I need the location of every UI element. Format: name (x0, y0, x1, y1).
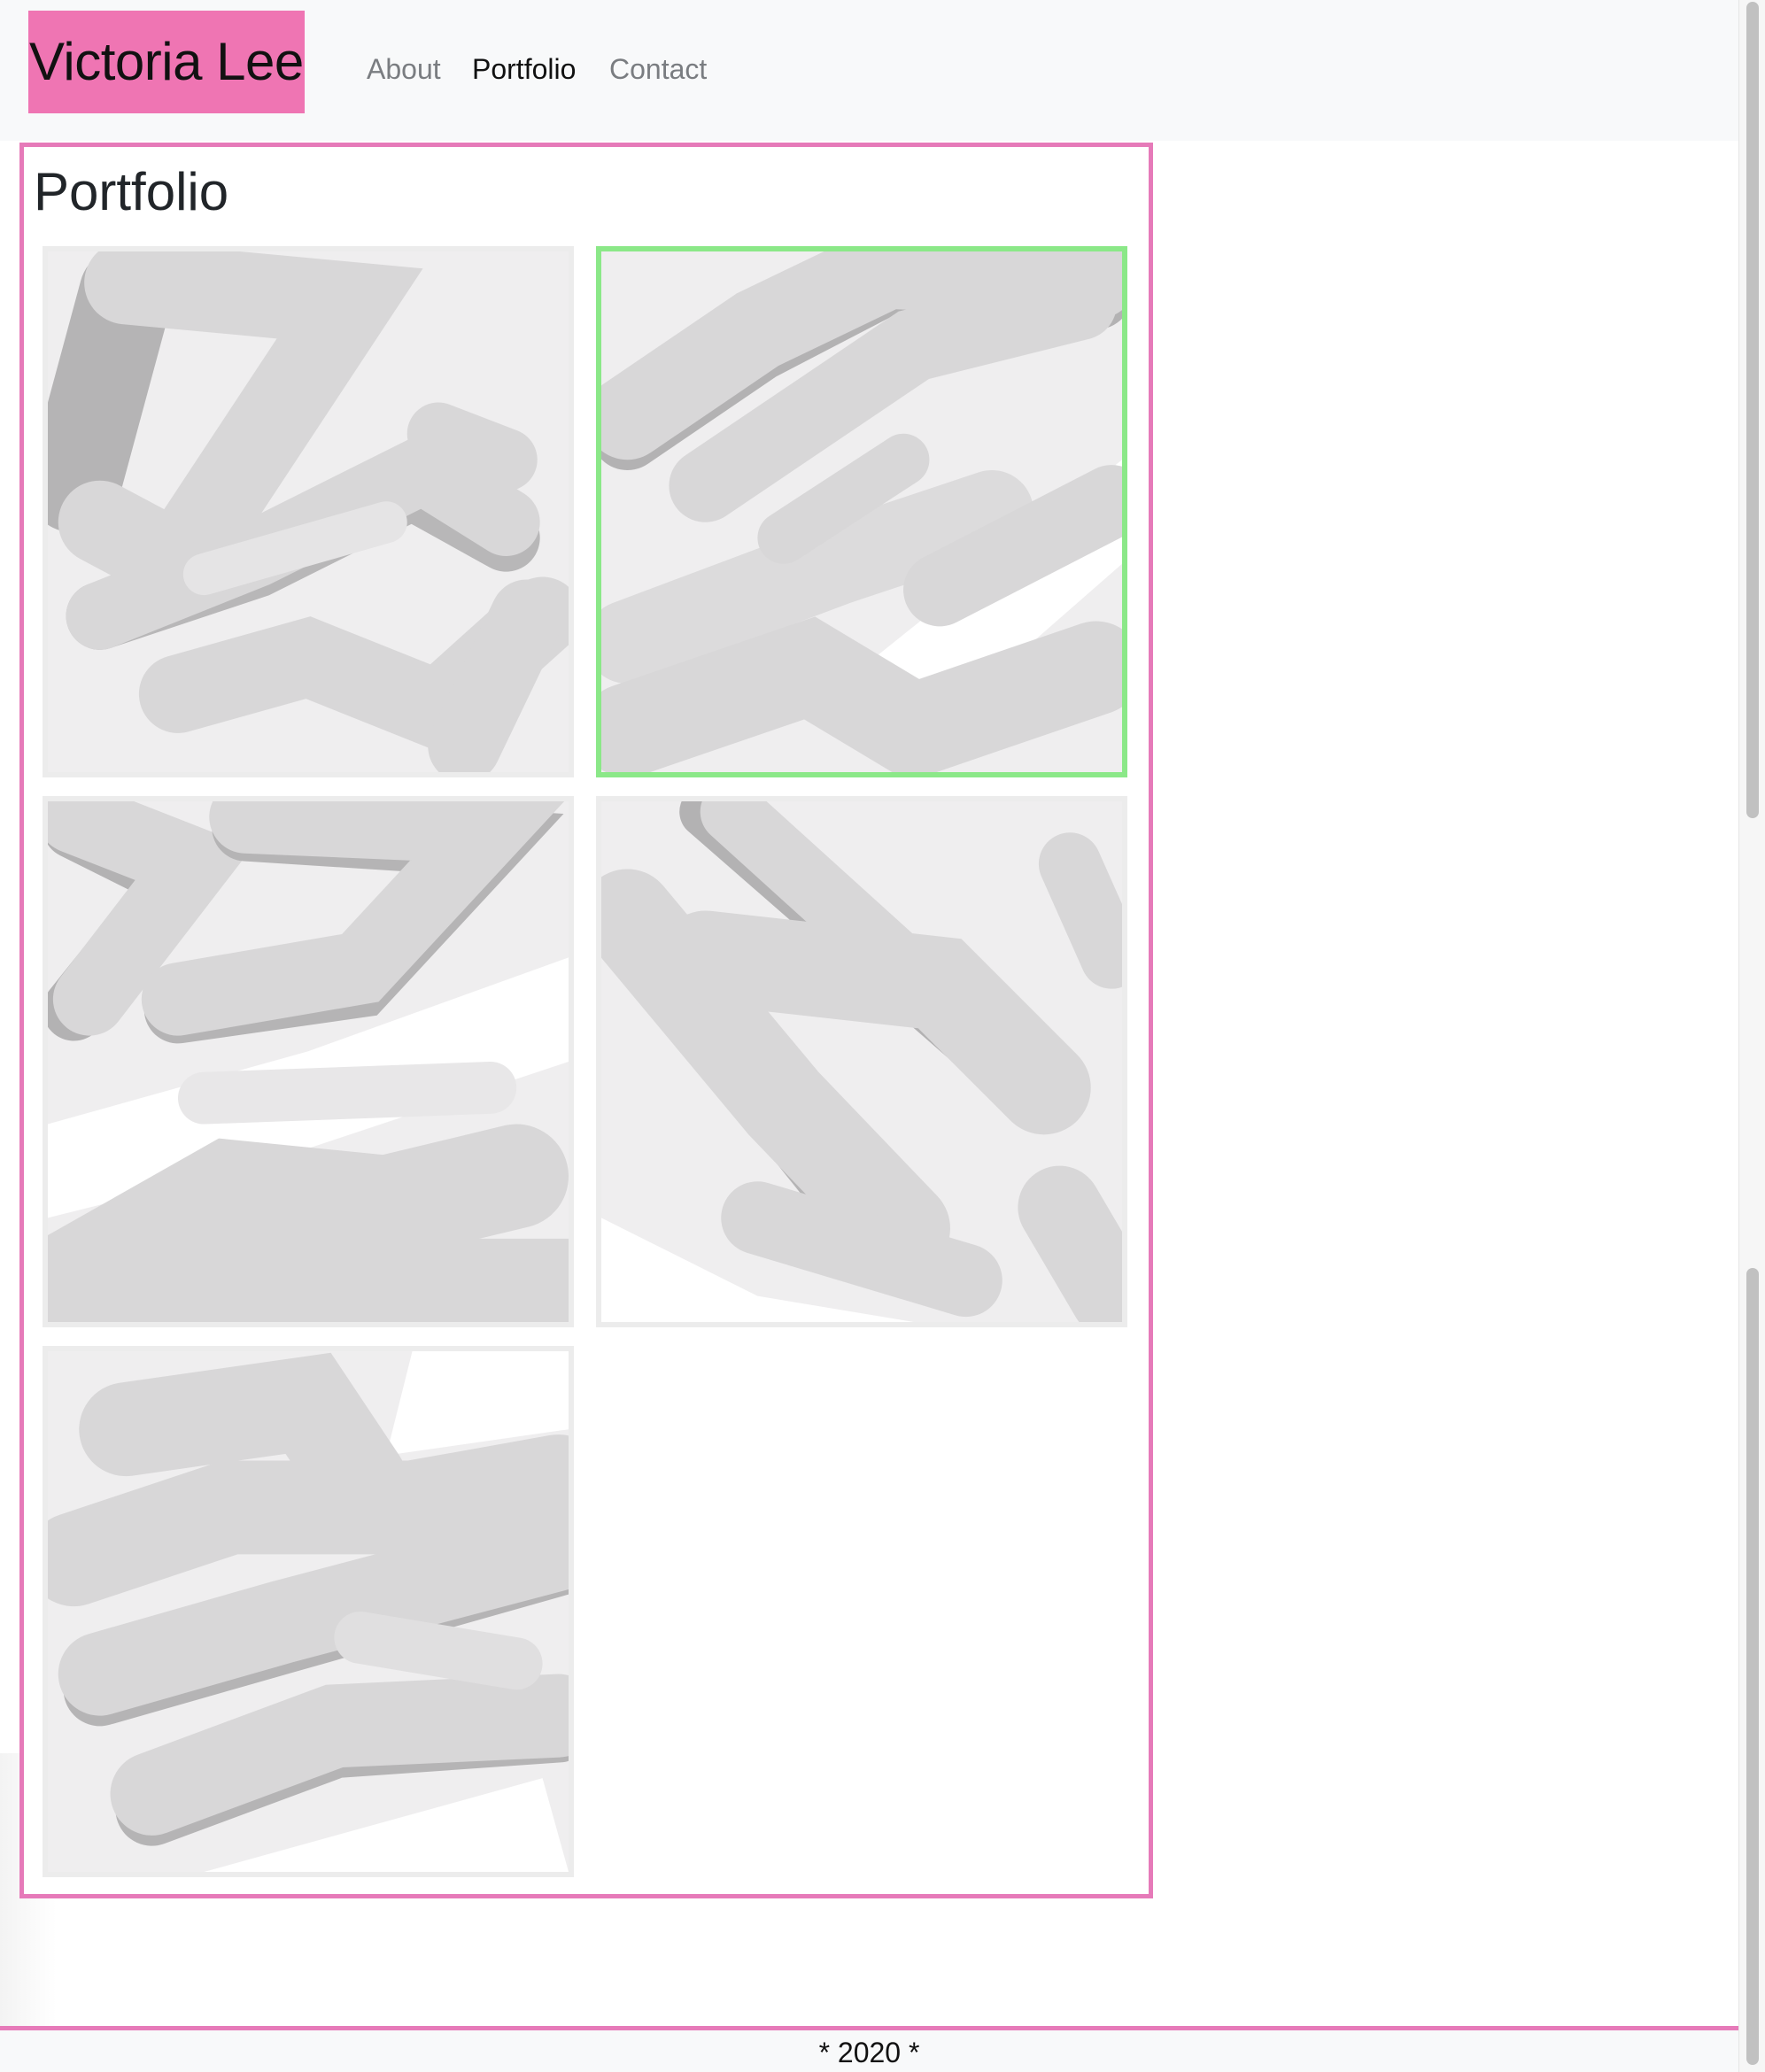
portfolio-image-3[interactable] (43, 796, 574, 1327)
footer-text: * 2020 * (818, 2037, 920, 2068)
abstract-art-3 (48, 801, 569, 1322)
portfolio-image-5[interactable] (43, 1346, 574, 1877)
abstract-art-1 (48, 251, 569, 772)
page-title: Portfolio (34, 162, 229, 221)
brand-logo[interactable]: Victoria Lee (28, 11, 305, 113)
portfolio-image-2[interactable] (596, 246, 1127, 777)
portfolio-image-4[interactable] (596, 796, 1127, 1327)
portfolio-image-1[interactable] (43, 246, 574, 777)
abstract-art-4 (601, 801, 1122, 1322)
nav-contact[interactable]: Contact (609, 46, 707, 92)
nav-portfolio[interactable]: Portfolio (472, 46, 576, 92)
footer: * 2020 * (0, 2030, 1738, 2072)
scrollbar-thumb[interactable] (1746, 2, 1759, 818)
top-navbar: Victoria Lee About Portfolio Contact (0, 0, 1738, 141)
abstract-art-5 (48, 1351, 569, 1872)
nav-about[interactable]: About (367, 46, 441, 92)
scrollbar-thumb-lower[interactable] (1746, 1268, 1759, 2065)
abstract-art-2 (601, 251, 1122, 772)
